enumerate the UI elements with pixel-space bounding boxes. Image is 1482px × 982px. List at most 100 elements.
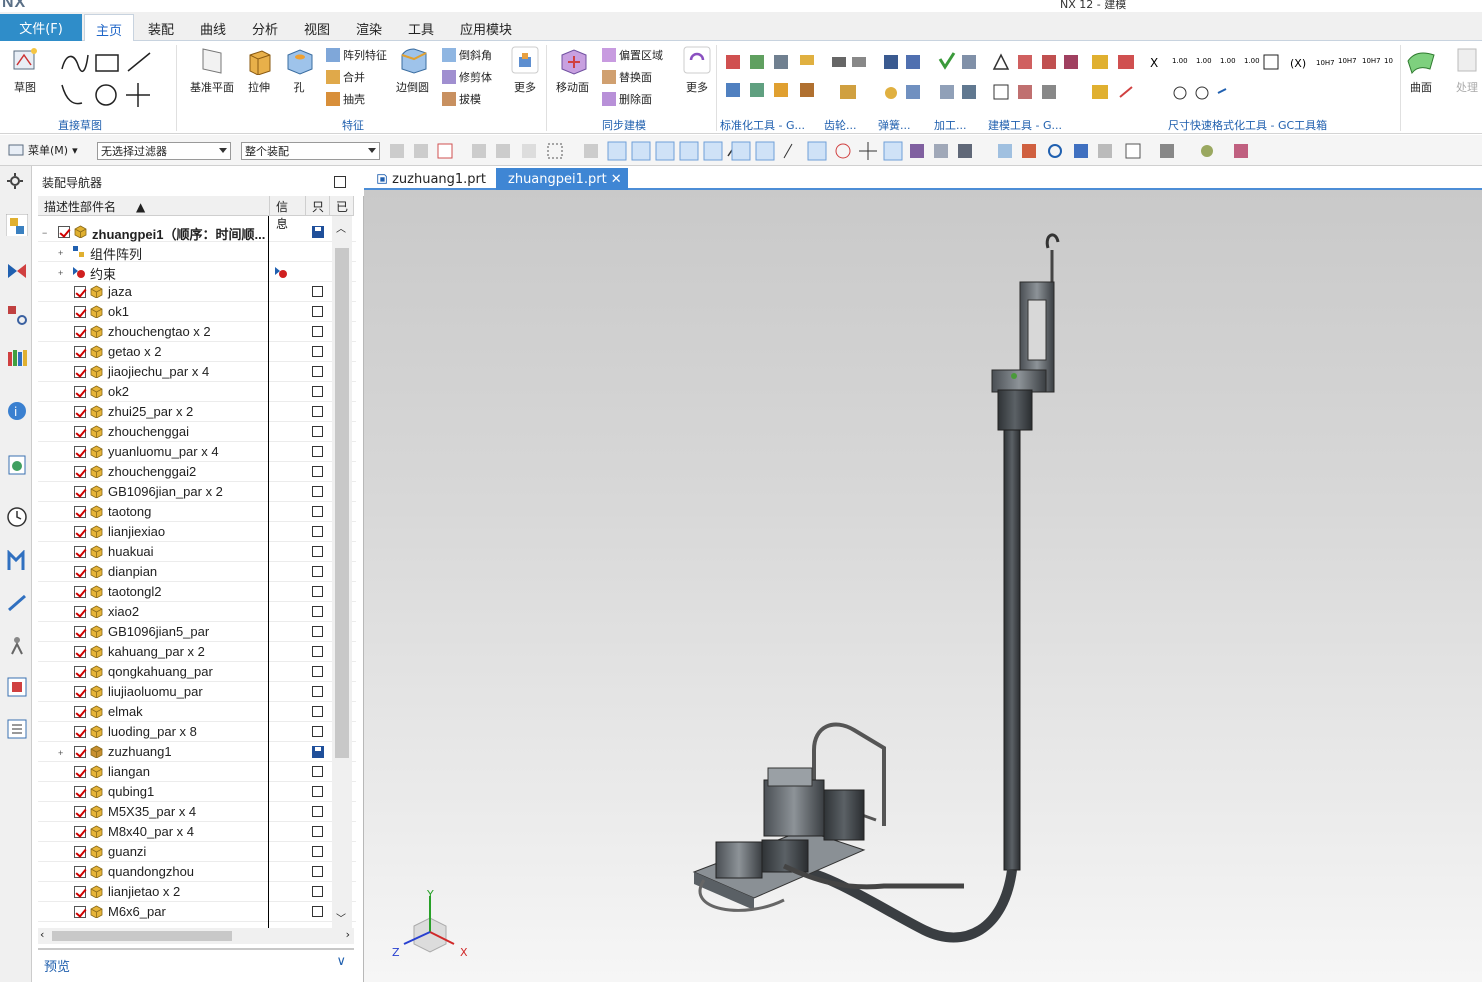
readonly-checkbox[interactable] [312, 306, 323, 317]
readonly-checkbox[interactable] [312, 506, 323, 517]
role-icon[interactable] [6, 550, 28, 572]
type-filter-select[interactable]: 无选择过滤器 [97, 142, 231, 160]
tree-item-component[interactable]: qongkahuang_par [38, 662, 356, 682]
edge-blend-button[interactable]: 边倒圆 [396, 45, 429, 95]
readonly-checkbox[interactable] [312, 286, 323, 297]
visibility-checkbox[interactable] [74, 526, 86, 538]
tree-item-component[interactable]: yuanluomu_par x 4 [38, 442, 356, 462]
column-header-info[interactable]: 信息 [270, 196, 306, 231]
tree-item-component[interactable]: dianpian [38, 562, 356, 582]
tree-item-component[interactable]: kahuang_par x 2 [38, 642, 356, 662]
scroll-left-icon[interactable]: ‹ [40, 928, 44, 941]
visibility-checkbox[interactable] [74, 826, 86, 838]
tree-item-component[interactable]: M5X35_par x 4 [38, 802, 356, 822]
replace-face-button[interactable]: 替换面 [602, 69, 652, 85]
readonly-checkbox[interactable] [312, 906, 323, 917]
visibility-checkbox[interactable] [74, 806, 86, 818]
sketch-curve-tools-icon[interactable] [58, 47, 158, 111]
readonly-checkbox[interactable] [312, 546, 323, 557]
pattern-feature-button[interactable]: 阵列特征 [326, 47, 387, 63]
tab-assembly[interactable]: 装配 [140, 14, 182, 42]
readonly-checkbox[interactable] [312, 846, 323, 857]
expand-icon[interactable]: + [58, 748, 63, 758]
readonly-checkbox[interactable] [312, 366, 323, 377]
tab-curve[interactable]: 曲线 [192, 14, 234, 42]
tab-render[interactable]: 渲染 [348, 14, 390, 42]
move-face-button[interactable]: 移动面 [556, 45, 589, 95]
visibility-checkbox[interactable] [58, 226, 70, 238]
visibility-checkbox[interactable] [74, 386, 86, 398]
hscroll-thumb[interactable] [52, 931, 232, 941]
tree-item-component[interactable]: luoding_par x 8 [38, 722, 356, 742]
clock-icon[interactable] [6, 506, 28, 528]
robot-icon[interactable] [6, 634, 28, 656]
shell-button[interactable]: 抽壳 [326, 91, 365, 107]
standardization-tools-icon[interactable] [722, 51, 822, 107]
readonly-checkbox[interactable] [312, 426, 323, 437]
tab-view[interactable]: 视图 [296, 14, 338, 42]
hole-button[interactable]: 孔 [284, 45, 314, 95]
readonly-checkbox[interactable] [312, 526, 323, 537]
visibility-checkbox[interactable] [74, 746, 86, 758]
snap-point-toolbar-icons[interactable] [388, 140, 1268, 162]
readonly-checkbox[interactable] [312, 486, 323, 497]
tab-home[interactable]: 主页 [84, 14, 134, 43]
scroll-up-icon[interactable]: ︿ [336, 220, 346, 235]
tree-item-component[interactable]: zhouchengtao x 2 [38, 322, 356, 342]
visibility-checkbox[interactable] [74, 486, 86, 498]
tab-analysis[interactable]: 分析 [244, 14, 286, 42]
tree-item-component[interactable]: qubing1 [38, 782, 356, 802]
draft-button[interactable]: 拔模 [442, 91, 481, 107]
expand-icon[interactable]: + [58, 268, 63, 278]
tree-item-component[interactable]: + zuzhuang1 [38, 742, 356, 762]
tree-item-component[interactable]: huakuai [38, 542, 356, 562]
palette-icon[interactable] [6, 676, 28, 698]
maximize-icon[interactable] [334, 176, 346, 188]
modeling-tools-icon[interactable] [990, 51, 1080, 107]
visibility-checkbox[interactable] [74, 546, 86, 558]
visibility-checkbox[interactable] [74, 406, 86, 418]
surface-button[interactable]: 曲面 [1406, 45, 1436, 95]
web-browser-icon[interactable]: i [6, 400, 28, 422]
tree-item-component[interactable]: elmak [38, 702, 356, 722]
vertical-scrollbar[interactable]: ︿ ﹀ [332, 216, 352, 928]
horizontal-scrollbar[interactable]: ‹ › [38, 928, 354, 944]
tree-item-component[interactable]: GB1096jian_par x 2 [38, 482, 356, 502]
assembly-model[interactable] [364, 190, 1482, 982]
tree-item-component[interactable]: jiaojiechu_par x 4 [38, 362, 356, 382]
visibility-checkbox[interactable] [74, 646, 86, 658]
scroll-thumb[interactable] [335, 248, 349, 758]
tree-item-component[interactable]: taotongl2 [38, 582, 356, 602]
tree-item-component[interactable]: getao x 2 [38, 342, 356, 362]
datum-plane-button[interactable]: 基准平面 [190, 45, 234, 95]
readonly-checkbox[interactable] [312, 706, 323, 717]
visibility-checkbox[interactable] [74, 866, 86, 878]
sketch-button[interactable]: 草图 [10, 45, 40, 95]
tree-item-component[interactable]: zhui25_par x 2 [38, 402, 356, 422]
readonly-checkbox[interactable] [312, 386, 323, 397]
tree-item-component[interactable]: ok1 [38, 302, 356, 322]
close-icon[interactable]: ✕ [611, 172, 622, 187]
visibility-checkbox[interactable] [74, 906, 86, 918]
tree-item-component[interactable]: lianjiexiao [38, 522, 356, 542]
visibility-checkbox[interactable] [74, 366, 86, 378]
more-sync-button[interactable]: 更多 [682, 45, 712, 95]
tab-tools[interactable]: 工具 [400, 14, 442, 42]
machining-tools-icon[interactable] [936, 51, 982, 107]
visibility-checkbox[interactable] [74, 886, 86, 898]
tree-item-component-array[interactable]: + 组件阵列 [38, 242, 356, 262]
tree-item-component[interactable]: zhouchenggai2 [38, 462, 356, 482]
spring-tools-icon[interactable] [880, 51, 928, 107]
menu-button[interactable]: 菜单(M) ▾ [8, 142, 78, 158]
collapse-icon[interactable]: − [42, 228, 47, 238]
tree-item-component[interactable]: GB1096jian5_par [38, 622, 356, 642]
readonly-checkbox[interactable] [312, 726, 323, 737]
tab-applications[interactable]: 应用模块 [452, 14, 520, 42]
visibility-checkbox[interactable] [74, 786, 86, 798]
preview-panel[interactable]: 预览 ∨ [38, 948, 354, 976]
selection-scope-select[interactable]: 整个装配 [241, 142, 380, 160]
readonly-checkbox[interactable] [312, 666, 323, 677]
tree-item-component[interactable]: zhouchenggai [38, 422, 356, 442]
readonly-checkbox[interactable] [312, 626, 323, 637]
gear-tools-icon[interactable] [828, 51, 872, 107]
